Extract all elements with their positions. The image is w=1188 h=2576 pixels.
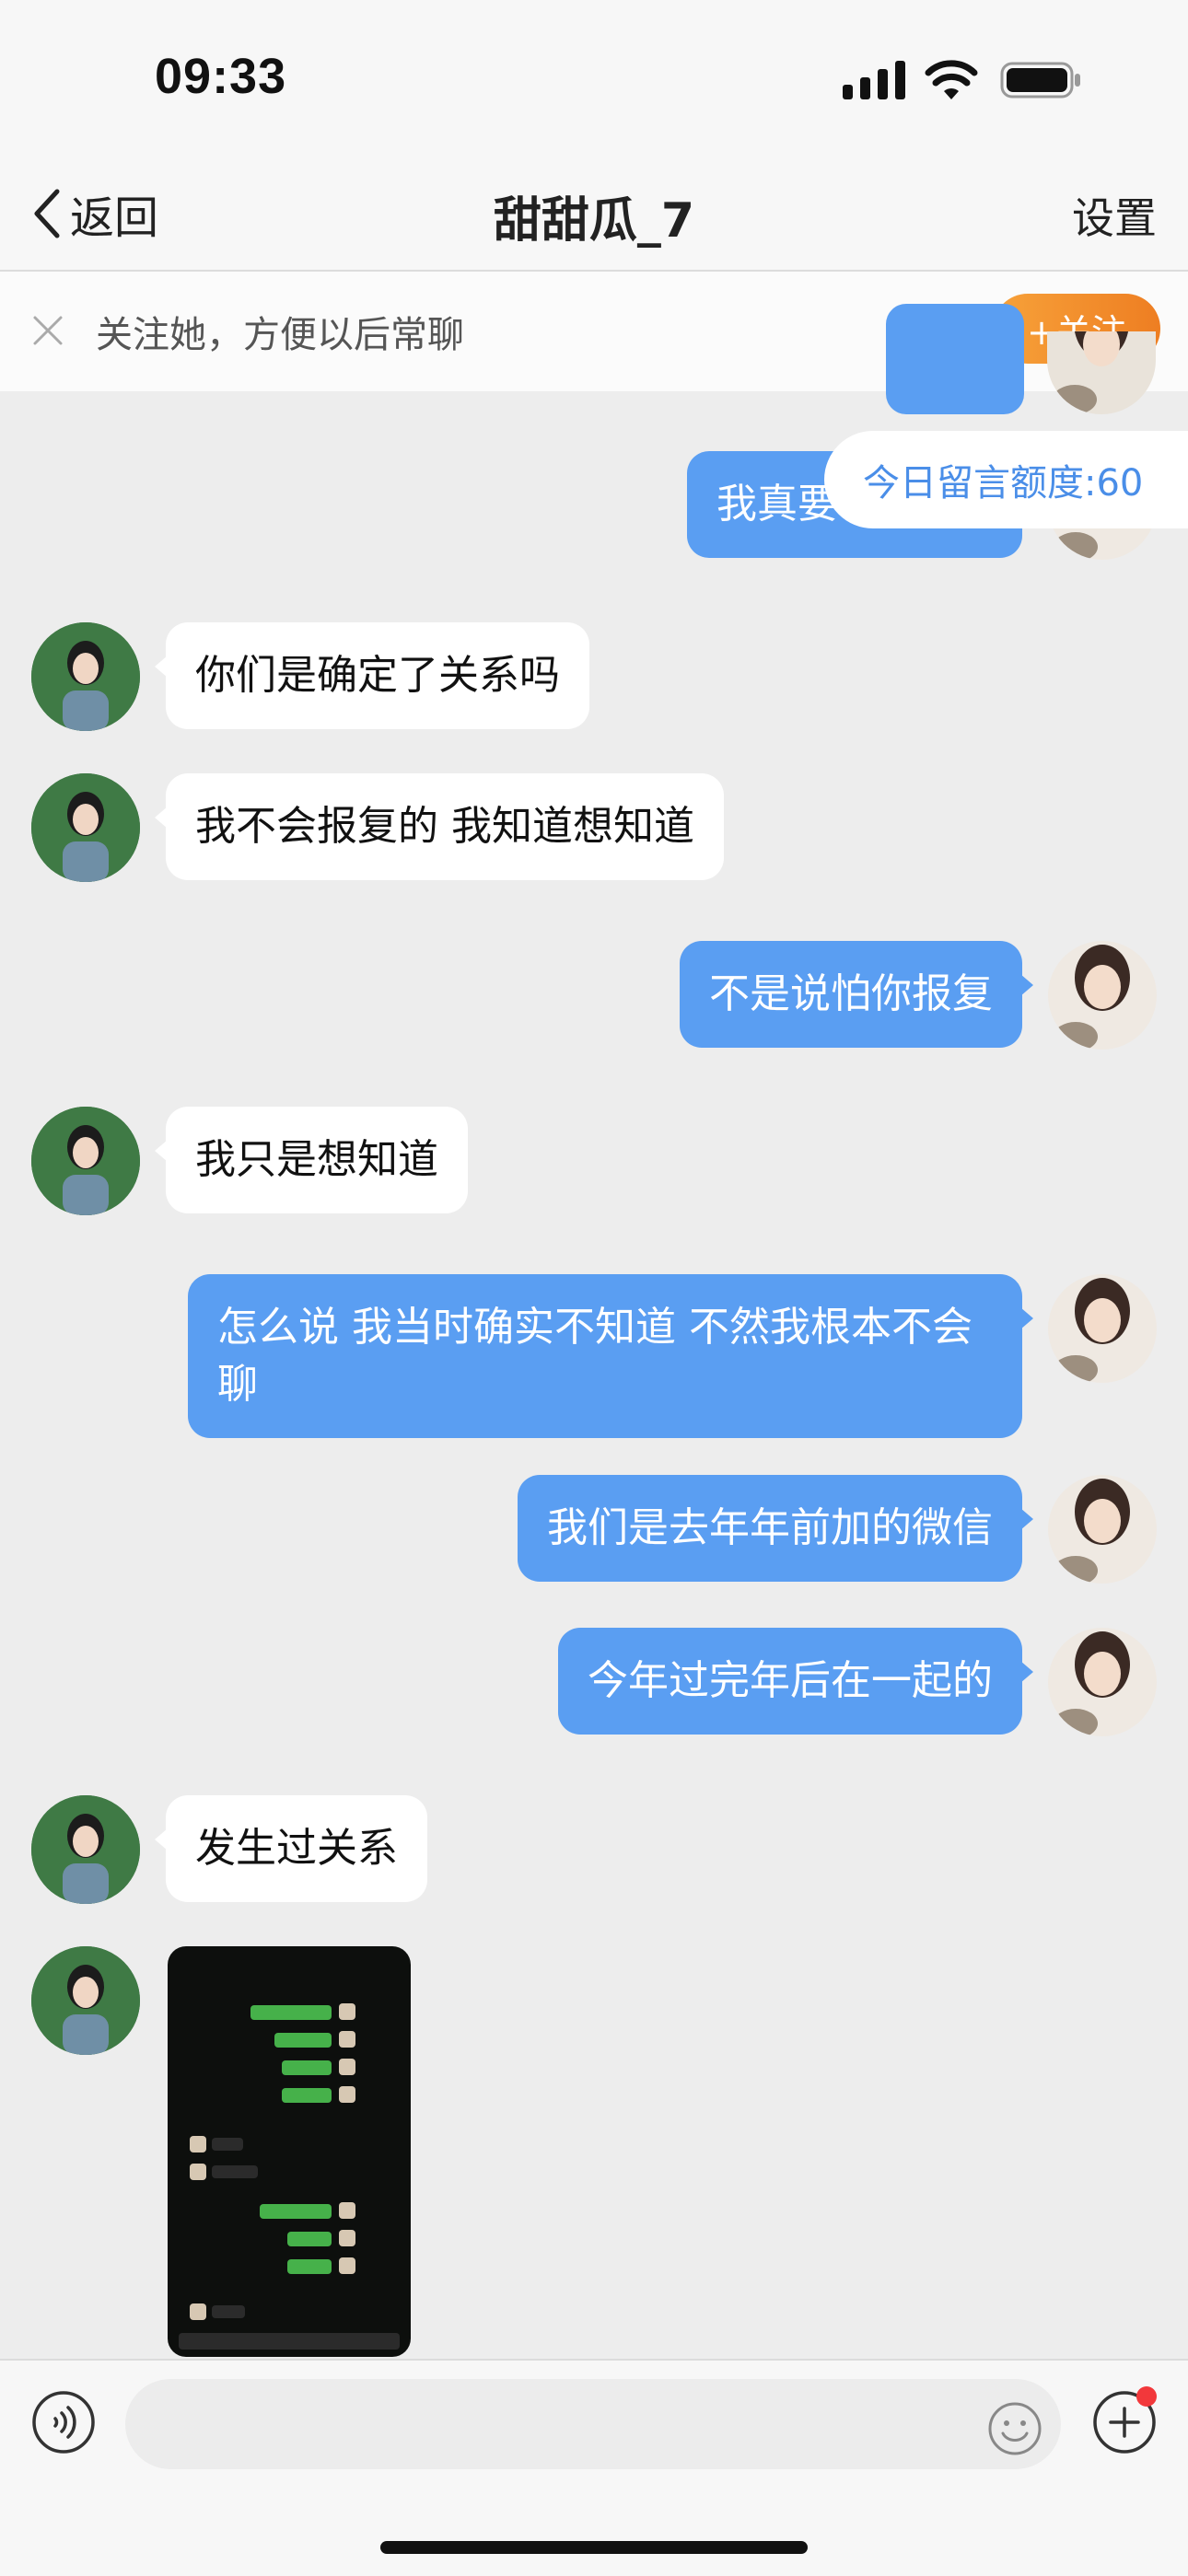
my-avatar[interactable] bbox=[1048, 1475, 1157, 1584]
wifi-icon bbox=[925, 60, 978, 99]
my-avatar[interactable] bbox=[1048, 1274, 1157, 1383]
message-row: 发生过关系 bbox=[31, 1795, 427, 1904]
message-quota-tag: 今日留言额度:60 bbox=[824, 431, 1188, 528]
signal-icon bbox=[843, 61, 905, 99]
message-row: 你们是确定了关系吗 bbox=[31, 622, 589, 731]
message-input[interactable] bbox=[125, 2379, 1061, 2469]
message-bubble[interactable]: 我只是想知道 bbox=[155, 1107, 468, 1213]
message-row: 不是说怕你报复 bbox=[680, 941, 1157, 1050]
message-bubble[interactable]: 今年过完年后在一起的 bbox=[558, 1628, 1033, 1735]
message-bubble[interactable]: 怎么说 我当时确实不知道 不然我根本不会聊 bbox=[188, 1274, 1033, 1438]
follow-prompt-text: 关注她，方便以后常聊 bbox=[96, 314, 464, 356]
contact-avatar[interactable] bbox=[31, 1795, 140, 1904]
emoji-icon[interactable] bbox=[987, 2401, 1042, 2456]
settings-button[interactable]: 设置 bbox=[1072, 185, 1157, 246]
input-bar bbox=[0, 2359, 1188, 2576]
message-row: 我不会报复的 我知道想知道 bbox=[31, 773, 724, 882]
contact-avatar[interactable] bbox=[31, 1946, 140, 2055]
nav-bar: 返回 甜甜瓜_7 设置 bbox=[0, 161, 1188, 272]
message-bubble[interactable]: 我不会报复的 我知道想知道 bbox=[155, 773, 724, 880]
voice-icon[interactable] bbox=[31, 2390, 96, 2454]
notification-dot bbox=[1136, 2386, 1157, 2407]
image-message[interactable] bbox=[168, 1946, 411, 2357]
my-avatar bbox=[1047, 331, 1156, 414]
message-bubble[interactable]: 发生过关系 bbox=[155, 1795, 427, 1902]
status-time: 09:33 bbox=[155, 49, 287, 104]
message-bubble[interactable]: 我们是去年年前加的微信 bbox=[518, 1475, 1033, 1582]
my-avatar[interactable] bbox=[1048, 941, 1157, 1050]
status-bar: 09:33 bbox=[0, 0, 1188, 161]
message-row: 我只是想知道 bbox=[31, 1107, 468, 1215]
contact-avatar[interactable] bbox=[31, 773, 140, 882]
message-bubble[interactable]: 不是说怕你报复 bbox=[680, 941, 1033, 1048]
message-bubble[interactable]: 你们是确定了关系吗 bbox=[155, 622, 589, 729]
my-avatar[interactable] bbox=[1048, 1628, 1157, 1736]
close-icon[interactable] bbox=[31, 314, 64, 347]
message-row: 今年过完年后在一起的 bbox=[558, 1628, 1157, 1736]
message-row bbox=[31, 1946, 411, 2357]
contact-avatar[interactable] bbox=[31, 1107, 140, 1215]
home-indicator bbox=[380, 2541, 808, 2554]
message-row: 我们是去年年前加的微信 bbox=[518, 1475, 1157, 1584]
message-bubble-partial bbox=[886, 304, 1024, 414]
battery-icon bbox=[1000, 62, 1080, 99]
contact-avatar[interactable] bbox=[31, 622, 140, 731]
message-row: 怎么说 我当时确实不知道 不然我根本不会聊 bbox=[188, 1274, 1157, 1438]
page-title: 甜甜瓜_7 bbox=[493, 193, 695, 249]
